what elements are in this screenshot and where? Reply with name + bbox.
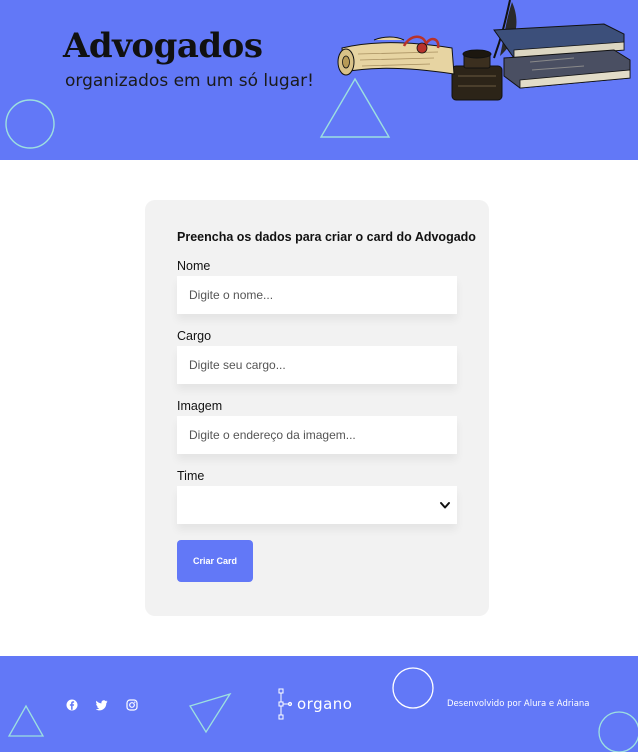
- name-input[interactable]: [177, 276, 457, 314]
- page-title: Advogados: [63, 26, 263, 66]
- organo-logo-icon: [278, 688, 292, 720]
- role-label: Cargo: [177, 329, 212, 343]
- circle-decoration: [598, 711, 638, 752]
- chevron-down-icon: [440, 502, 450, 509]
- facebook-icon[interactable]: [66, 698, 78, 711]
- form-heading: Preencha os dados para criar o card do A…: [177, 230, 476, 244]
- header-banner: Advogados organizados em um só lugar!: [0, 0, 638, 160]
- image-input[interactable]: [177, 416, 457, 454]
- page-subtitle: organizados em um só lugar!: [65, 71, 314, 91]
- footer-credits: Desenvolvido por Alura e Adriana: [447, 699, 590, 709]
- circle-decoration: [5, 99, 55, 149]
- create-card-button[interactable]: Criar Card: [177, 540, 253, 582]
- team-select[interactable]: [177, 486, 457, 524]
- brand-name: organo: [297, 695, 353, 713]
- brand-logo: organo: [278, 688, 352, 720]
- twitter-icon[interactable]: [95, 698, 108, 711]
- image-label: Imagem: [177, 399, 223, 413]
- role-input[interactable]: [177, 346, 457, 384]
- triangle-decoration: [7, 704, 45, 737]
- team-label: Time: [177, 469, 205, 483]
- create-card-form: Preencha os dados para criar o card do A…: [145, 200, 489, 616]
- footer: organo Desenvolvido por Alura e Adriana: [0, 656, 638, 752]
- triangle-decoration: [189, 692, 232, 734]
- header-illustration: [337, 0, 631, 101]
- instagram-icon[interactable]: [126, 698, 138, 711]
- circle-decoration: [392, 667, 434, 709]
- name-label: Nome: [177, 259, 211, 273]
